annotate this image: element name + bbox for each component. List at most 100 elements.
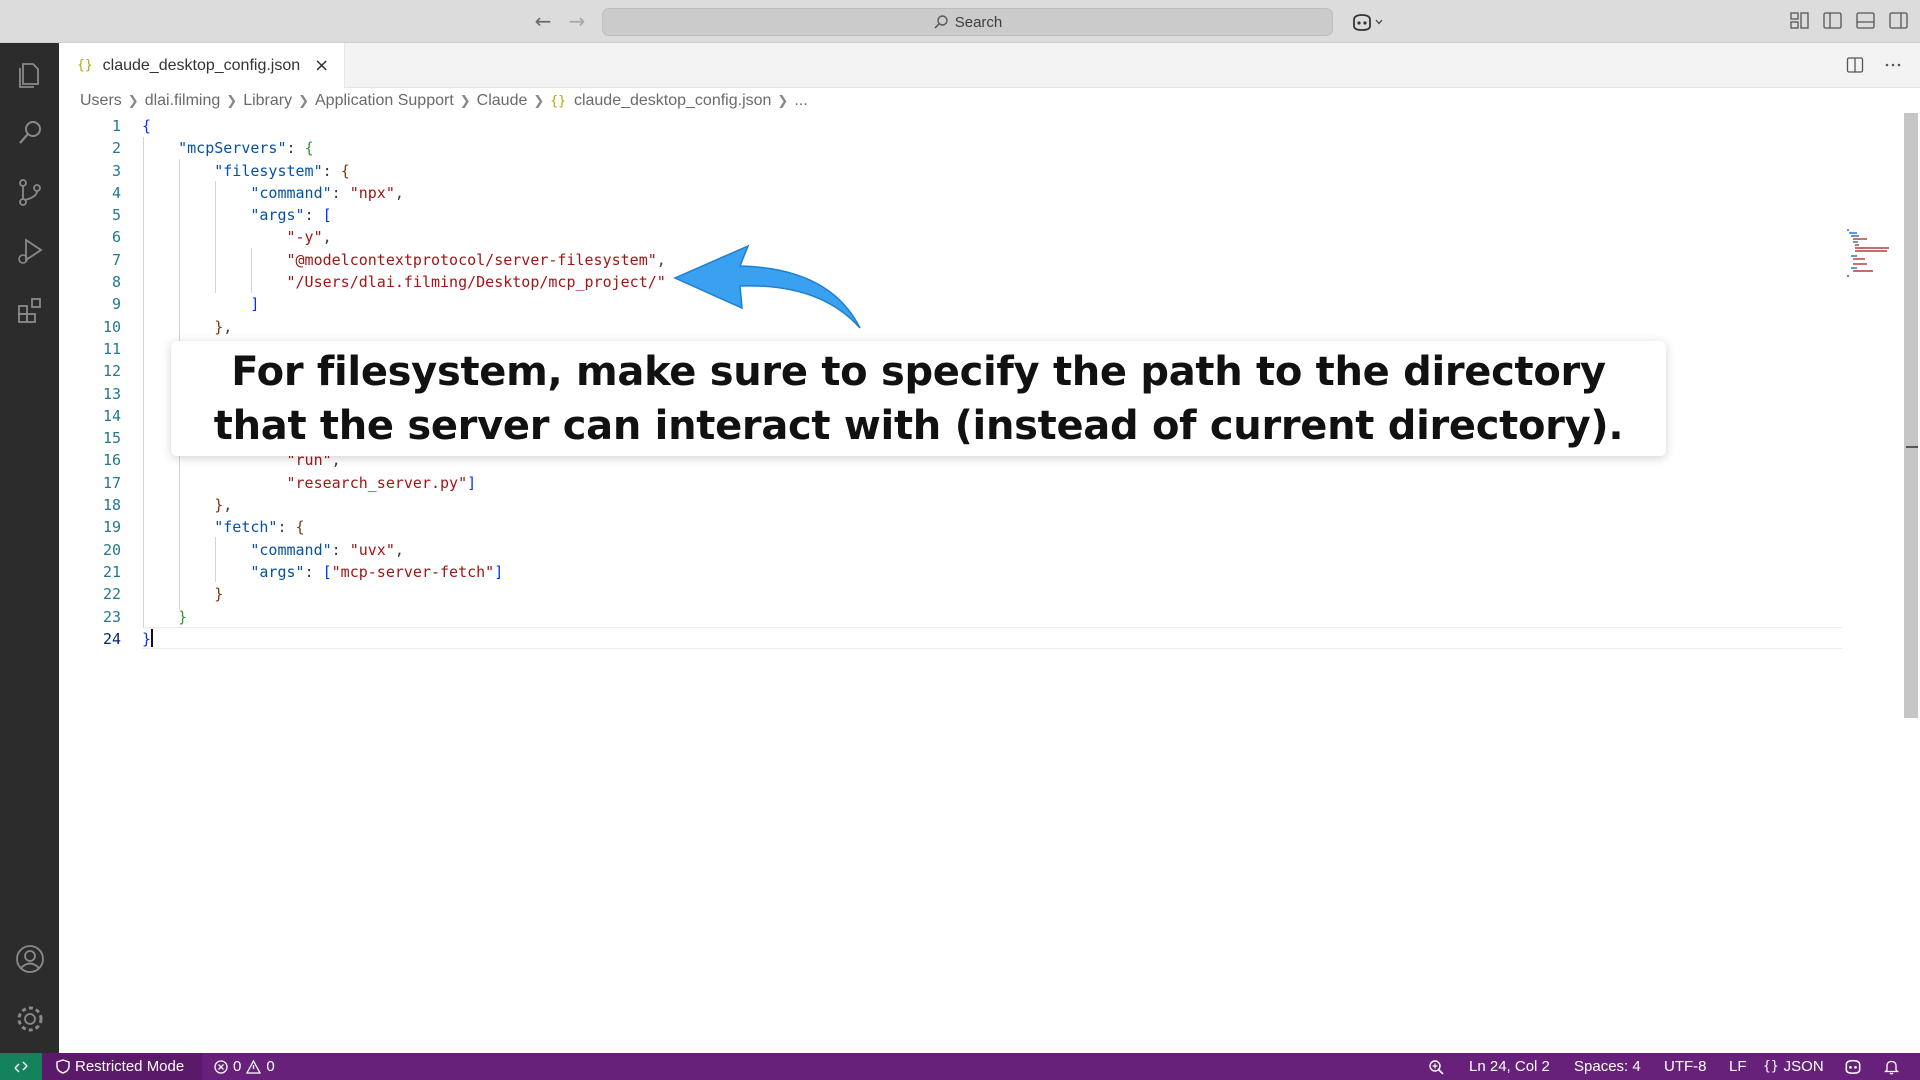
activity-bar [0,43,59,1053]
line-number: 6 [111,228,121,247]
line-number: 21 [102,562,121,581]
code-line: "fetch": { [214,518,305,537]
code-line: } [214,585,224,604]
line-number: 2 [111,139,121,158]
notifications-bell[interactable] [1884,1053,1899,1080]
chevron-right-icon: ❯ [298,93,309,109]
line-number: 18 [102,496,121,515]
cursor-position[interactable]: Ln 24, Col 2 [1469,1053,1550,1080]
line-number: 7 [111,250,121,269]
line-number: 16 [102,451,121,470]
indentation-setting[interactable]: Spaces: 4 [1574,1053,1641,1080]
line-number: 12 [102,362,121,381]
line-number: 5 [111,206,121,225]
customize-layout-icon[interactable] [1790,12,1809,29]
status-bar: Restricted Mode 0 0 Ln 24, Col 2 Spaces:… [0,1053,1920,1080]
breadcrumb-item[interactable]: Application Support [315,92,454,110]
arrow-left-icon[interactable]: ← [532,10,554,32]
vertical-scrollbar[interactable] [1904,113,1918,718]
code-line: "/Users/dlai.filming/Desktop/mcp_project… [286,273,666,292]
line-number: 20 [102,540,121,559]
code-line: "research_server.py"] [286,473,477,492]
more-actions-icon[interactable] [1884,56,1902,74]
chevron-right-icon: ❯ [533,93,545,109]
text-cursor [151,628,154,647]
code-line: "filesystem": { [214,161,350,180]
copilot-button[interactable] [1350,11,1388,33]
line-ending-setting[interactable]: LF [1729,1053,1747,1080]
line-number: 23 [102,607,121,626]
minimap[interactable] [1845,228,1905,278]
chevron-right-icon: ❯ [459,93,471,109]
manage-gear-icon[interactable] [14,1003,46,1035]
breadcrumb-item[interactable]: Library [243,92,292,110]
arrow-right-icon[interactable]: → [566,10,588,32]
breadcrumb-more[interactable]: ... [794,92,807,110]
breadcrumb-item[interactable]: Claude [477,92,528,110]
line-number: 22 [102,585,121,604]
code-line: }, [214,496,233,515]
search-label: Search [954,13,1003,31]
code-line: } [142,628,154,648]
code-line: }, [214,317,233,336]
code-line: } [178,607,188,626]
command-center-search[interactable]: Search [602,8,1333,36]
annotation-line: For filesystem, make sure to specify the… [231,348,1606,395]
toggle-secondary-sidebar-icon[interactable] [1889,12,1908,29]
code-line: "args": ["mcp-server-fetch"] [250,562,504,581]
explorer-icon[interactable] [14,58,46,90]
annotation-line: that the server can interact with (inste… [213,402,1624,449]
copilot-status[interactable] [1843,1053,1863,1080]
json-file-icon: {} [77,58,93,73]
close-icon[interactable]: × [314,55,329,76]
breadcrumb: Users ❯ dlai.filming ❯ Library ❯ Applicatio… [80,90,808,112]
line-number: 19 [102,518,121,537]
extensions-icon[interactable] [14,294,46,326]
copilot-icon [1353,14,1371,31]
toggle-primary-sidebar-icon[interactable] [1823,12,1842,29]
shield-icon [56,1059,70,1074]
encoding-setting[interactable]: UTF-8 [1664,1053,1707,1080]
breadcrumb-file[interactable]: claude_desktop_config.json [574,92,771,110]
code-line: "@modelcontextprotocol/server-filesystem… [286,250,666,269]
editor-tab[interactable]: {} claude_desktop_config.json × [59,43,345,88]
zoom-icon [1429,1059,1444,1075]
run-debug-icon[interactable] [14,235,46,267]
zoom-indicator[interactable] [1428,1053,1444,1080]
code-line: { [142,117,152,135]
bell-icon [1884,1060,1899,1074]
breadcrumb-item[interactable]: dlai.filming [145,92,221,110]
warning-icon [246,1059,262,1074]
source-control-icon[interactable] [14,176,46,208]
split-editor-icon[interactable] [1846,56,1864,74]
toggle-panel-icon[interactable] [1856,12,1875,29]
code-line: "args": [ [250,206,332,225]
remote-indicator[interactable] [0,1053,42,1080]
code-editor[interactable]: 1 2 3 4 5 6 7 8 9 10 11 12 13 14 15 16 1… [59,113,1899,1053]
error-icon [214,1059,228,1074]
restricted-mode-badge[interactable]: Restricted Mode [42,1053,202,1080]
problems-indicator[interactable]: 0 0 [214,1053,275,1080]
line-number: 24 [102,629,121,648]
language-mode[interactable]: {} JSON [1763,1053,1824,1080]
code-line: ] [250,295,260,314]
scrollbar-cursor-marker [1906,446,1918,464]
chevron-down-icon [1375,19,1383,25]
line-number: 4 [111,183,121,202]
annotation-callout: For filesystem, make sure to specify the… [171,341,1666,456]
warning-count: 0 [266,1058,275,1075]
title-bar: ← → Search [0,0,1920,43]
line-number: 11 [102,339,121,358]
search-icon[interactable] [14,117,46,149]
line-number: 14 [102,406,121,425]
code-line: "command": "npx", [250,183,404,202]
line-number: 1 [111,117,121,135]
breadcrumb-item[interactable]: Users [80,92,122,110]
accounts-icon[interactable] [14,943,46,975]
restricted-mode-label: Restricted Mode [75,1058,185,1075]
code-line: "-y", [286,228,332,247]
line-number: 10 [102,317,121,336]
copilot-icon [1845,1059,1861,1074]
curved-arrow-icon [673,244,861,329]
tab-label: claude_desktop_config.json [102,56,301,74]
